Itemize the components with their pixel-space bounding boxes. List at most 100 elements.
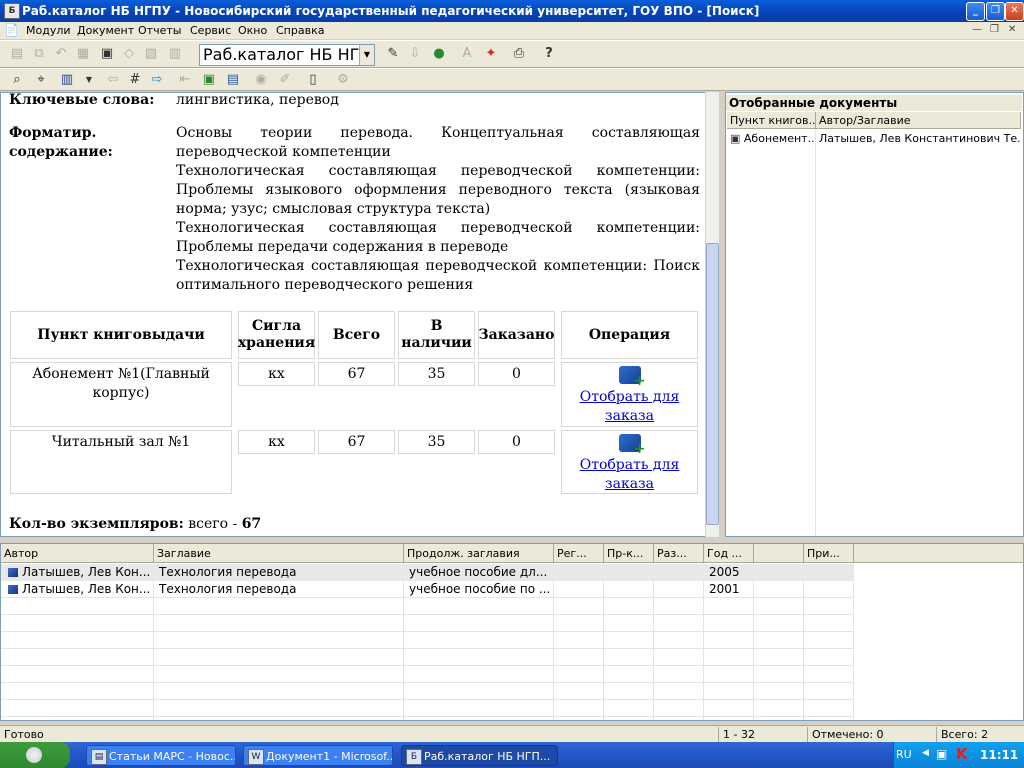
task-mars-articles[interactable]: ▤ Статьи МАРС - Новос...	[86, 745, 236, 766]
pen-icon[interactable]: ✎	[384, 45, 402, 63]
selected-row-author[interactable]: Латышев, Лев Константинович Те...	[816, 131, 1021, 149]
menu-reports[interactable]: Отчеты	[138, 24, 181, 37]
catalog-select[interactable]: Раб.каталог НБ НГПУ ▼	[199, 44, 375, 66]
back-arrow-icon[interactable]: ⇦	[104, 71, 122, 89]
arrow-down-icon[interactable]: ⇩	[406, 45, 424, 63]
tray-expand-icon[interactable]: ◀	[922, 748, 929, 758]
row-subtitle: учебное пособие дл...	[409, 565, 548, 579]
close-button[interactable]: ✕	[1005, 2, 1024, 21]
row1-total: 67	[318, 362, 395, 386]
keywords-value: лингвистика, перевод	[176, 92, 339, 108]
col-author[interactable]: Автор	[1, 544, 154, 563]
antivirus-icon[interactable]: K	[956, 745, 968, 763]
grid-divider	[1, 682, 854, 683]
app-icon: Б	[406, 749, 422, 765]
traffic-light-icon[interactable]: ●	[430, 45, 448, 63]
font-icon[interactable]: A	[458, 45, 476, 63]
mdi-minimize-icon[interactable]: —	[972, 24, 982, 35]
task-word-document[interactable]: W Документ1 - Microsof...	[243, 745, 393, 766]
network-icon[interactable]: ▣	[936, 747, 947, 761]
link-icon[interactable]: ◇	[120, 45, 138, 63]
edit-icon[interactable]: ✐	[276, 71, 294, 89]
settings-icon[interactable]: ⚙	[334, 71, 352, 89]
book-search-icon[interactable]: ▥	[58, 71, 76, 89]
col-pr[interactable]: Пр-к...	[604, 544, 654, 563]
title-bar: Б Раб.каталог НБ НГПУ - Новосибирский го…	[0, 0, 1024, 22]
table-row[interactable]: Латышев, Лев Кон... Технология перевода …	[1, 581, 854, 598]
selected-row-point-text: Абонемент...	[743, 132, 816, 145]
start-button[interactable]	[0, 742, 70, 768]
select-for-order-link[interactable]: Отобрать для заказа	[562, 456, 697, 494]
selected-row-point[interactable]: ▣ Абонемент...	[727, 131, 816, 149]
document-scrollbar-thumb[interactable]	[706, 243, 719, 525]
col-note[interactable]: При...	[804, 544, 854, 563]
col-title[interactable]: Заглавие	[154, 544, 404, 563]
color-icon[interactable]: ✦	[482, 45, 500, 63]
menu-window[interactable]: Окно	[238, 24, 267, 37]
mdi-restore-icon[interactable]: ❐	[990, 24, 999, 35]
books-icon[interactable]: ▤	[224, 71, 242, 89]
col-year[interactable]: Год ...	[704, 544, 754, 563]
content-entry: Технологическая составляющая переводческ…	[176, 220, 700, 255]
add-to-order-icon[interactable]	[618, 434, 646, 456]
print-record-icon[interactable]: ▣	[98, 45, 116, 63]
col-header-point[interactable]: Пункт книгов...	[727, 112, 816, 129]
select-for-order-link[interactable]: Отобрать для заказа	[562, 388, 697, 426]
undo-icon[interactable]: ↶	[52, 45, 70, 63]
dropdown-arrow-icon[interactable]: ▼	[80, 71, 98, 89]
eye-icon[interactable]: ◉	[252, 71, 270, 89]
menu-service[interactable]: Сервис	[190, 24, 231, 37]
help-icon[interactable]: ?	[540, 45, 558, 63]
tools-icon[interactable]: ▧	[142, 45, 160, 63]
col-header-author[interactable]: Автор/Заглавие	[816, 112, 1021, 129]
menu-modules[interactable]: Модули	[26, 24, 71, 37]
status-total: Всего: 2	[936, 727, 1024, 742]
copy-record-icon[interactable]: ⧉	[30, 45, 48, 63]
menu-document[interactable]: Документ	[77, 24, 134, 37]
table-row[interactable]: Латышев, Лев Кон... Технология перевода …	[1, 564, 854, 581]
save-icon[interactable]: ▦	[74, 45, 92, 63]
minimize-button[interactable]: _	[966, 2, 985, 21]
mdi-doc-icon[interactable]: 📄	[4, 23, 19, 37]
content-entry: Технологическая составляющая переводческ…	[176, 258, 700, 293]
printer-icon[interactable]: ⎙	[510, 45, 528, 63]
add-to-order-icon[interactable]	[618, 366, 646, 388]
binoculars-icon[interactable]: ⌕	[8, 71, 26, 89]
language-indicator[interactable]: RU	[896, 748, 912, 761]
header-total: Всего	[318, 311, 395, 359]
grid-divider	[1, 716, 854, 717]
clock[interactable]: 11:11	[980, 748, 1018, 762]
mdi-close-icon[interactable]: ✕	[1008, 24, 1016, 35]
menu-help[interactable]: Справка	[276, 24, 324, 37]
app-icon[interactable]: Б	[4, 3, 20, 19]
page-icon[interactable]: ▯	[304, 71, 322, 89]
chevron-down-icon[interactable]: ▼	[359, 45, 374, 65]
toolbar-search: ⌕ ⌖ ▥ ▼ ⇦ # ⇨ ⇤ ▣ ▤ ◉ ✐ ▯ ⚙	[0, 68, 1024, 91]
results-list: Автор Заглавие Продолж. заглавия Рег... …	[0, 543, 1024, 721]
word-icon: W	[248, 749, 264, 765]
row-author-text: Латышев, Лев Кон...	[22, 565, 151, 579]
col-reg[interactable]: Рег...	[554, 544, 604, 563]
collapse-icon[interactable]: ⇤	[176, 71, 194, 89]
row1-ordered: 0	[478, 362, 555, 386]
find-next-icon[interactable]: ⌖	[32, 71, 50, 89]
col-subtitle[interactable]: Продолж. заглавия	[404, 544, 554, 563]
task-catalog[interactable]: Б Раб.каталог НБ НГП...	[401, 745, 558, 766]
col-blank[interactable]	[754, 544, 804, 563]
row2-operation: Отобрать для заказа	[561, 430, 698, 494]
col-raz[interactable]: Раз...	[654, 544, 704, 563]
number-icon[interactable]: #	[126, 71, 144, 89]
maximize-button[interactable]: ❐	[986, 2, 1005, 21]
new-record-icon[interactable]: ▤	[8, 45, 26, 63]
forward-arrow-icon[interactable]: ⇨	[148, 71, 166, 89]
export-icon[interactable]: ▥	[166, 45, 184, 63]
image-icon[interactable]: ▣	[200, 71, 218, 89]
catalog-select-value: Раб.каталог НБ НГПУ	[203, 45, 375, 64]
formatted-label: Форматир. содержание:	[9, 124, 113, 162]
copies-total: 67	[241, 516, 262, 532]
row1-point: Абонемент №1(Главный корпус)	[10, 362, 232, 427]
toolbar-main: ▤ ⧉ ↶ ▦ ▣ ◇ ▧ ▥ ✎ ⇩ ● A ✦ ⎙ ?	[0, 40, 1024, 68]
book-icon	[8, 568, 18, 577]
folder-icon: ▤	[91, 749, 107, 765]
book-icon	[8, 585, 18, 594]
